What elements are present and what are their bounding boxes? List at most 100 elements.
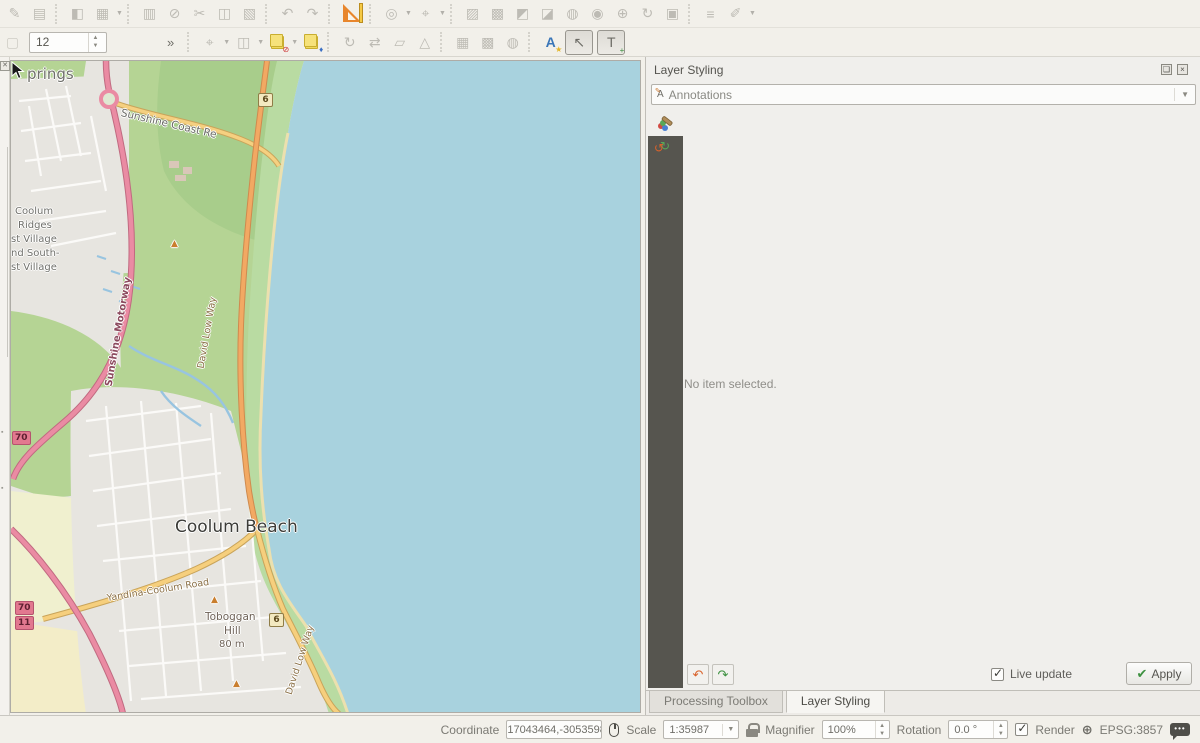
live-update-checkbox[interactable] xyxy=(991,668,1004,681)
magnifier-spinner[interactable]: ▲▼ xyxy=(822,720,890,739)
scale-input[interactable] xyxy=(664,724,722,736)
chevron-down-icon[interactable]: ▼ xyxy=(748,3,757,25)
pin-labels-icon[interactable]: ◍ xyxy=(561,3,584,25)
redo-style-button[interactable]: ↷ xyxy=(712,664,734,685)
panel-edge-line xyxy=(7,147,8,357)
move-label-icon[interactable]: ⊕ xyxy=(611,3,634,25)
overlapping-annotations-icon[interactable]: ⊘ xyxy=(266,31,289,53)
annotation-pin-icon[interactable]: ♦ xyxy=(300,31,323,53)
save-project-icon[interactable]: ▤ xyxy=(28,3,51,25)
tab-layer-styling[interactable]: Layer Styling xyxy=(786,691,885,713)
chevron-down-icon[interactable]: ▼ xyxy=(404,3,413,25)
chevron-down-icon[interactable]: ▼ xyxy=(290,31,299,53)
annotation-toolbar-icon[interactable]: ▢ xyxy=(1,31,24,53)
globe-icon[interactable]: ⊕ xyxy=(1082,722,1093,738)
scale-annotation-icon[interactable]: △ xyxy=(413,31,436,53)
paste-features-icon[interactable]: ▧ xyxy=(238,3,261,25)
annotations-toolbar: ▢ ▲▼ » ⌖▼◫▼⊘▼♦↻⇄▱△▦▩◍A★↖T+ xyxy=(0,28,1200,57)
undo-style-button[interactable]: ↶ xyxy=(687,664,709,685)
panel-float-icon[interactable]: ❏ xyxy=(1161,64,1172,75)
map-canvas[interactable]: pringsSunshine Coast ReSunshine Motorway… xyxy=(10,60,641,713)
layer-select-combo[interactable]: A✎ Annotations ▼ xyxy=(651,84,1196,105)
empty-state-text: No item selected. xyxy=(684,377,777,391)
modify-annotations-tool[interactable]: ↖ xyxy=(565,30,593,55)
select-features-icon[interactable]: ⌖ xyxy=(414,3,437,25)
layer-options-icon[interactable]: ▦ xyxy=(91,3,114,25)
add-text-annotation-tool[interactable]: T+ xyxy=(597,30,625,55)
align-annotation-icon[interactable]: ▱ xyxy=(388,31,411,53)
rotate-annotation-icon[interactable]: ↻ xyxy=(338,31,361,53)
toolbar-grip xyxy=(450,4,457,24)
check-icon: ✔ xyxy=(1137,666,1148,682)
grid-tool-icon-1[interactable]: ▦ xyxy=(451,31,474,53)
label-toolbar-icon-3[interactable]: ◩ xyxy=(511,3,534,25)
spinner-arrows[interactable]: ▲▼ xyxy=(993,721,1007,738)
annotation-size-input[interactable] xyxy=(30,35,88,49)
spinner-arrows[interactable]: ▲▼ xyxy=(875,721,889,738)
coordinate-label: Coordinate xyxy=(441,723,500,737)
symbology-tab[interactable] xyxy=(649,110,683,136)
toolbar-extension-chevron[interactable]: » xyxy=(167,35,174,50)
select-annotation-icon[interactable]: ⌖ xyxy=(198,31,221,53)
toolbar-grip xyxy=(265,4,272,24)
styling-tab-bar[interactable]: ↻↺ xyxy=(648,136,683,688)
history-tab[interactable]: ↻↺ xyxy=(654,141,676,161)
chevron-down-icon[interactable]: ▼ xyxy=(438,3,447,25)
label-toolbar-icon-4[interactable]: ◪ xyxy=(536,3,559,25)
swap-annotation-icon[interactable]: ⇄ xyxy=(363,31,386,53)
panel-close-icon[interactable]: ✕ xyxy=(0,61,10,71)
spin-down-icon[interactable]: ▼ xyxy=(89,42,102,50)
panel-title: Layer Styling xyxy=(654,63,723,77)
rotation-input[interactable] xyxy=(949,724,993,736)
annotation-layer-icon: A✎ xyxy=(657,89,664,100)
coordinate-input[interactable] xyxy=(506,720,602,739)
edit-marker-icon[interactable]: ✐ xyxy=(724,3,747,25)
render-checkbox[interactable] xyxy=(1015,723,1028,736)
spin-up-icon[interactable]: ▲ xyxy=(89,34,102,42)
chevron-down-icon[interactable]: ▼ xyxy=(115,3,124,25)
collapsed-panel-edge[interactable]: ✕ ▪ ▪ xyxy=(0,57,10,715)
live-update-label: Live update xyxy=(1010,667,1072,681)
layer-styling-panel: Layer Styling ❏ × A✎ Annotations ▼ ↻↺ No… xyxy=(645,57,1200,715)
crs-indicator[interactable]: EPSG:3857 xyxy=(1100,723,1163,737)
live-update-toggle[interactable]: Live update xyxy=(991,667,1072,681)
apply-button[interactable]: ✔ Apply xyxy=(1126,662,1192,685)
lock-scale-icon[interactable] xyxy=(746,723,758,737)
chevron-down-icon[interactable]: ▼ xyxy=(256,31,265,53)
attribute-table-icon[interactable]: ▥ xyxy=(138,3,161,25)
chevron-down-icon[interactable]: ▼ xyxy=(1174,88,1195,101)
cut-features-icon[interactable]: ✂ xyxy=(188,3,211,25)
set-square-icon[interactable] xyxy=(340,2,364,25)
label-toolbar-icon-1[interactable]: ▨ xyxy=(461,3,484,25)
panel-close-icon[interactable]: × xyxy=(1177,64,1188,75)
scale-combo[interactable]: ▼ xyxy=(663,720,739,739)
tab-processing-toolbox[interactable]: Processing Toolbox xyxy=(649,691,783,713)
mouse-tracking-icon[interactable] xyxy=(609,723,619,737)
chevron-down-icon[interactable]: ▼ xyxy=(722,724,738,736)
toolbar-grip xyxy=(688,4,695,24)
identify-features-icon[interactable]: ◎ xyxy=(380,3,403,25)
layout-manager-icon[interactable]: ≡ xyxy=(699,3,722,25)
chevron-down-icon[interactable]: ▼ xyxy=(222,31,231,53)
toolbar-grip xyxy=(55,4,62,24)
label-toolbar-icon-2[interactable]: ▩ xyxy=(486,3,509,25)
copy-features-icon[interactable]: ◫ xyxy=(213,3,236,25)
highlight-labels-icon[interactable]: ◉ xyxy=(586,3,609,25)
auto-annotation-icon[interactable]: A★ xyxy=(539,31,562,53)
raster-tool-icon[interactable]: ◍ xyxy=(501,31,524,53)
delete-selected-icon[interactable]: ⊘ xyxy=(163,3,186,25)
redo-icon[interactable]: ↷ xyxy=(301,3,324,25)
rotation-spinner[interactable]: ▲▼ xyxy=(948,720,1008,739)
style-manager-icon[interactable]: ◧ xyxy=(66,3,89,25)
undo-icon[interactable]: ↶ xyxy=(276,3,299,25)
magnifier-input[interactable] xyxy=(823,724,875,736)
change-label-icon[interactable]: ▣ xyxy=(661,3,684,25)
copy-annotation-icon[interactable]: ◫ xyxy=(232,31,255,53)
rotate-label-icon[interactable]: ↻ xyxy=(636,3,659,25)
new-project-icon[interactable]: ✎ xyxy=(3,3,26,25)
grid-tool-icon-2[interactable]: ▩ xyxy=(476,31,499,53)
spinner-arrows[interactable]: ▲▼ xyxy=(88,33,102,52)
toolbar-grip xyxy=(440,32,447,52)
annotation-size-spinner[interactable]: ▲▼ xyxy=(29,32,107,53)
messages-icon[interactable]: ••• xyxy=(1170,723,1190,736)
